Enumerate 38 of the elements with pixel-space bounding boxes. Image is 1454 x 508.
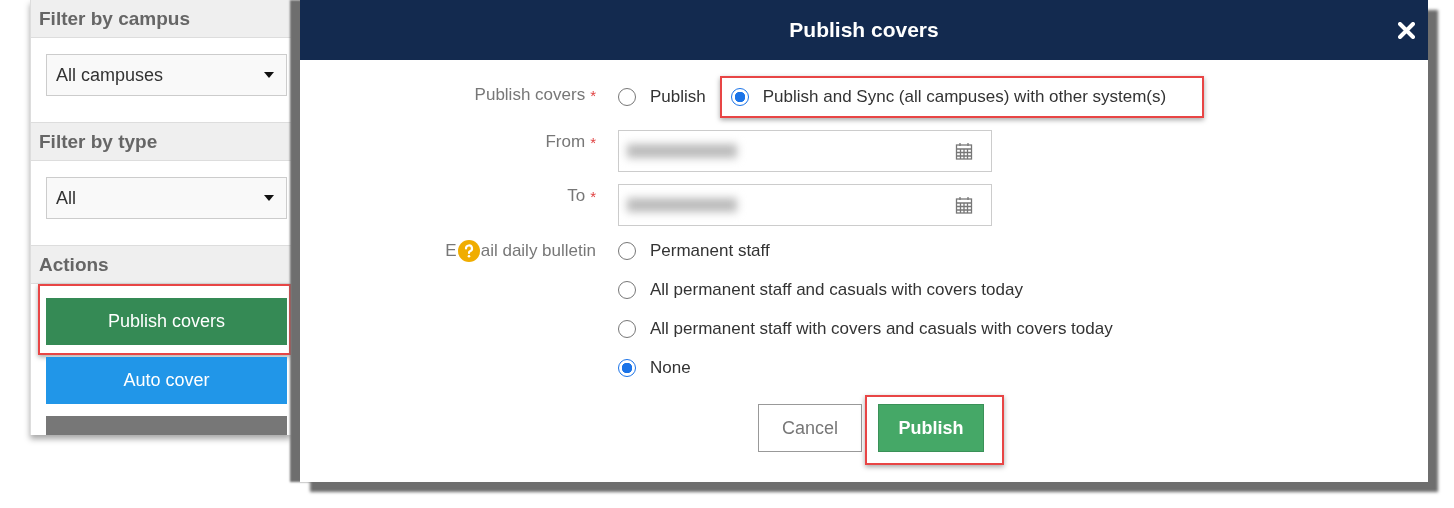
option-label: Publish [650, 87, 706, 107]
action-button[interactable]: Auto cover [46, 357, 287, 404]
radio-button[interactable] [618, 281, 636, 299]
radio-button[interactable] [730, 88, 749, 106]
option-label: Permanent staff [650, 241, 770, 261]
caret-icon [264, 72, 274, 78]
publish-button[interactable]: Publish [878, 404, 984, 452]
dialog-title: Publish covers [789, 18, 939, 42]
caret-icon [264, 195, 274, 201]
radio-button[interactable] [618, 242, 636, 260]
section-header: Filter by campus [31, 0, 291, 38]
date-field[interactable] [618, 130, 992, 172]
help-icon[interactable] [457, 240, 480, 262]
cancel-button[interactable]: Cancel [758, 404, 862, 452]
calendar-icon[interactable] [955, 142, 973, 160]
radio-button[interactable] [618, 359, 636, 377]
field-label: E [445, 241, 457, 261]
option-label: All permanent staff with covers and casuals with covers today [650, 319, 1113, 339]
section-header: Actions [31, 245, 291, 284]
radio-button[interactable] [618, 320, 636, 338]
action-button[interactable]: Publish covers [46, 298, 287, 345]
required-mark: * [590, 86, 596, 104]
required-mark: * [590, 187, 596, 205]
option-label: Publish and Sync (all campuses) with other system(s) [762, 87, 1167, 107]
field-label: To [567, 186, 586, 206]
field-label: Publish covers [474, 85, 586, 105]
close-icon[interactable] [1398, 22, 1415, 39]
option-label: None [650, 358, 691, 378]
option-label: All permanent staff and casuals with covers today [650, 280, 1023, 300]
calendar-icon[interactable] [955, 196, 973, 214]
field-label: From [545, 132, 586, 152]
date-field[interactable] [618, 184, 992, 226]
field-label: ail daily bulletin [480, 241, 596, 261]
required-mark: * [590, 133, 596, 151]
dropdown[interactable]: All campuses [46, 54, 287, 96]
dropdown[interactable]: All [46, 177, 287, 219]
section-header: Filter by type [31, 122, 291, 161]
radio-button[interactable] [618, 88, 636, 106]
